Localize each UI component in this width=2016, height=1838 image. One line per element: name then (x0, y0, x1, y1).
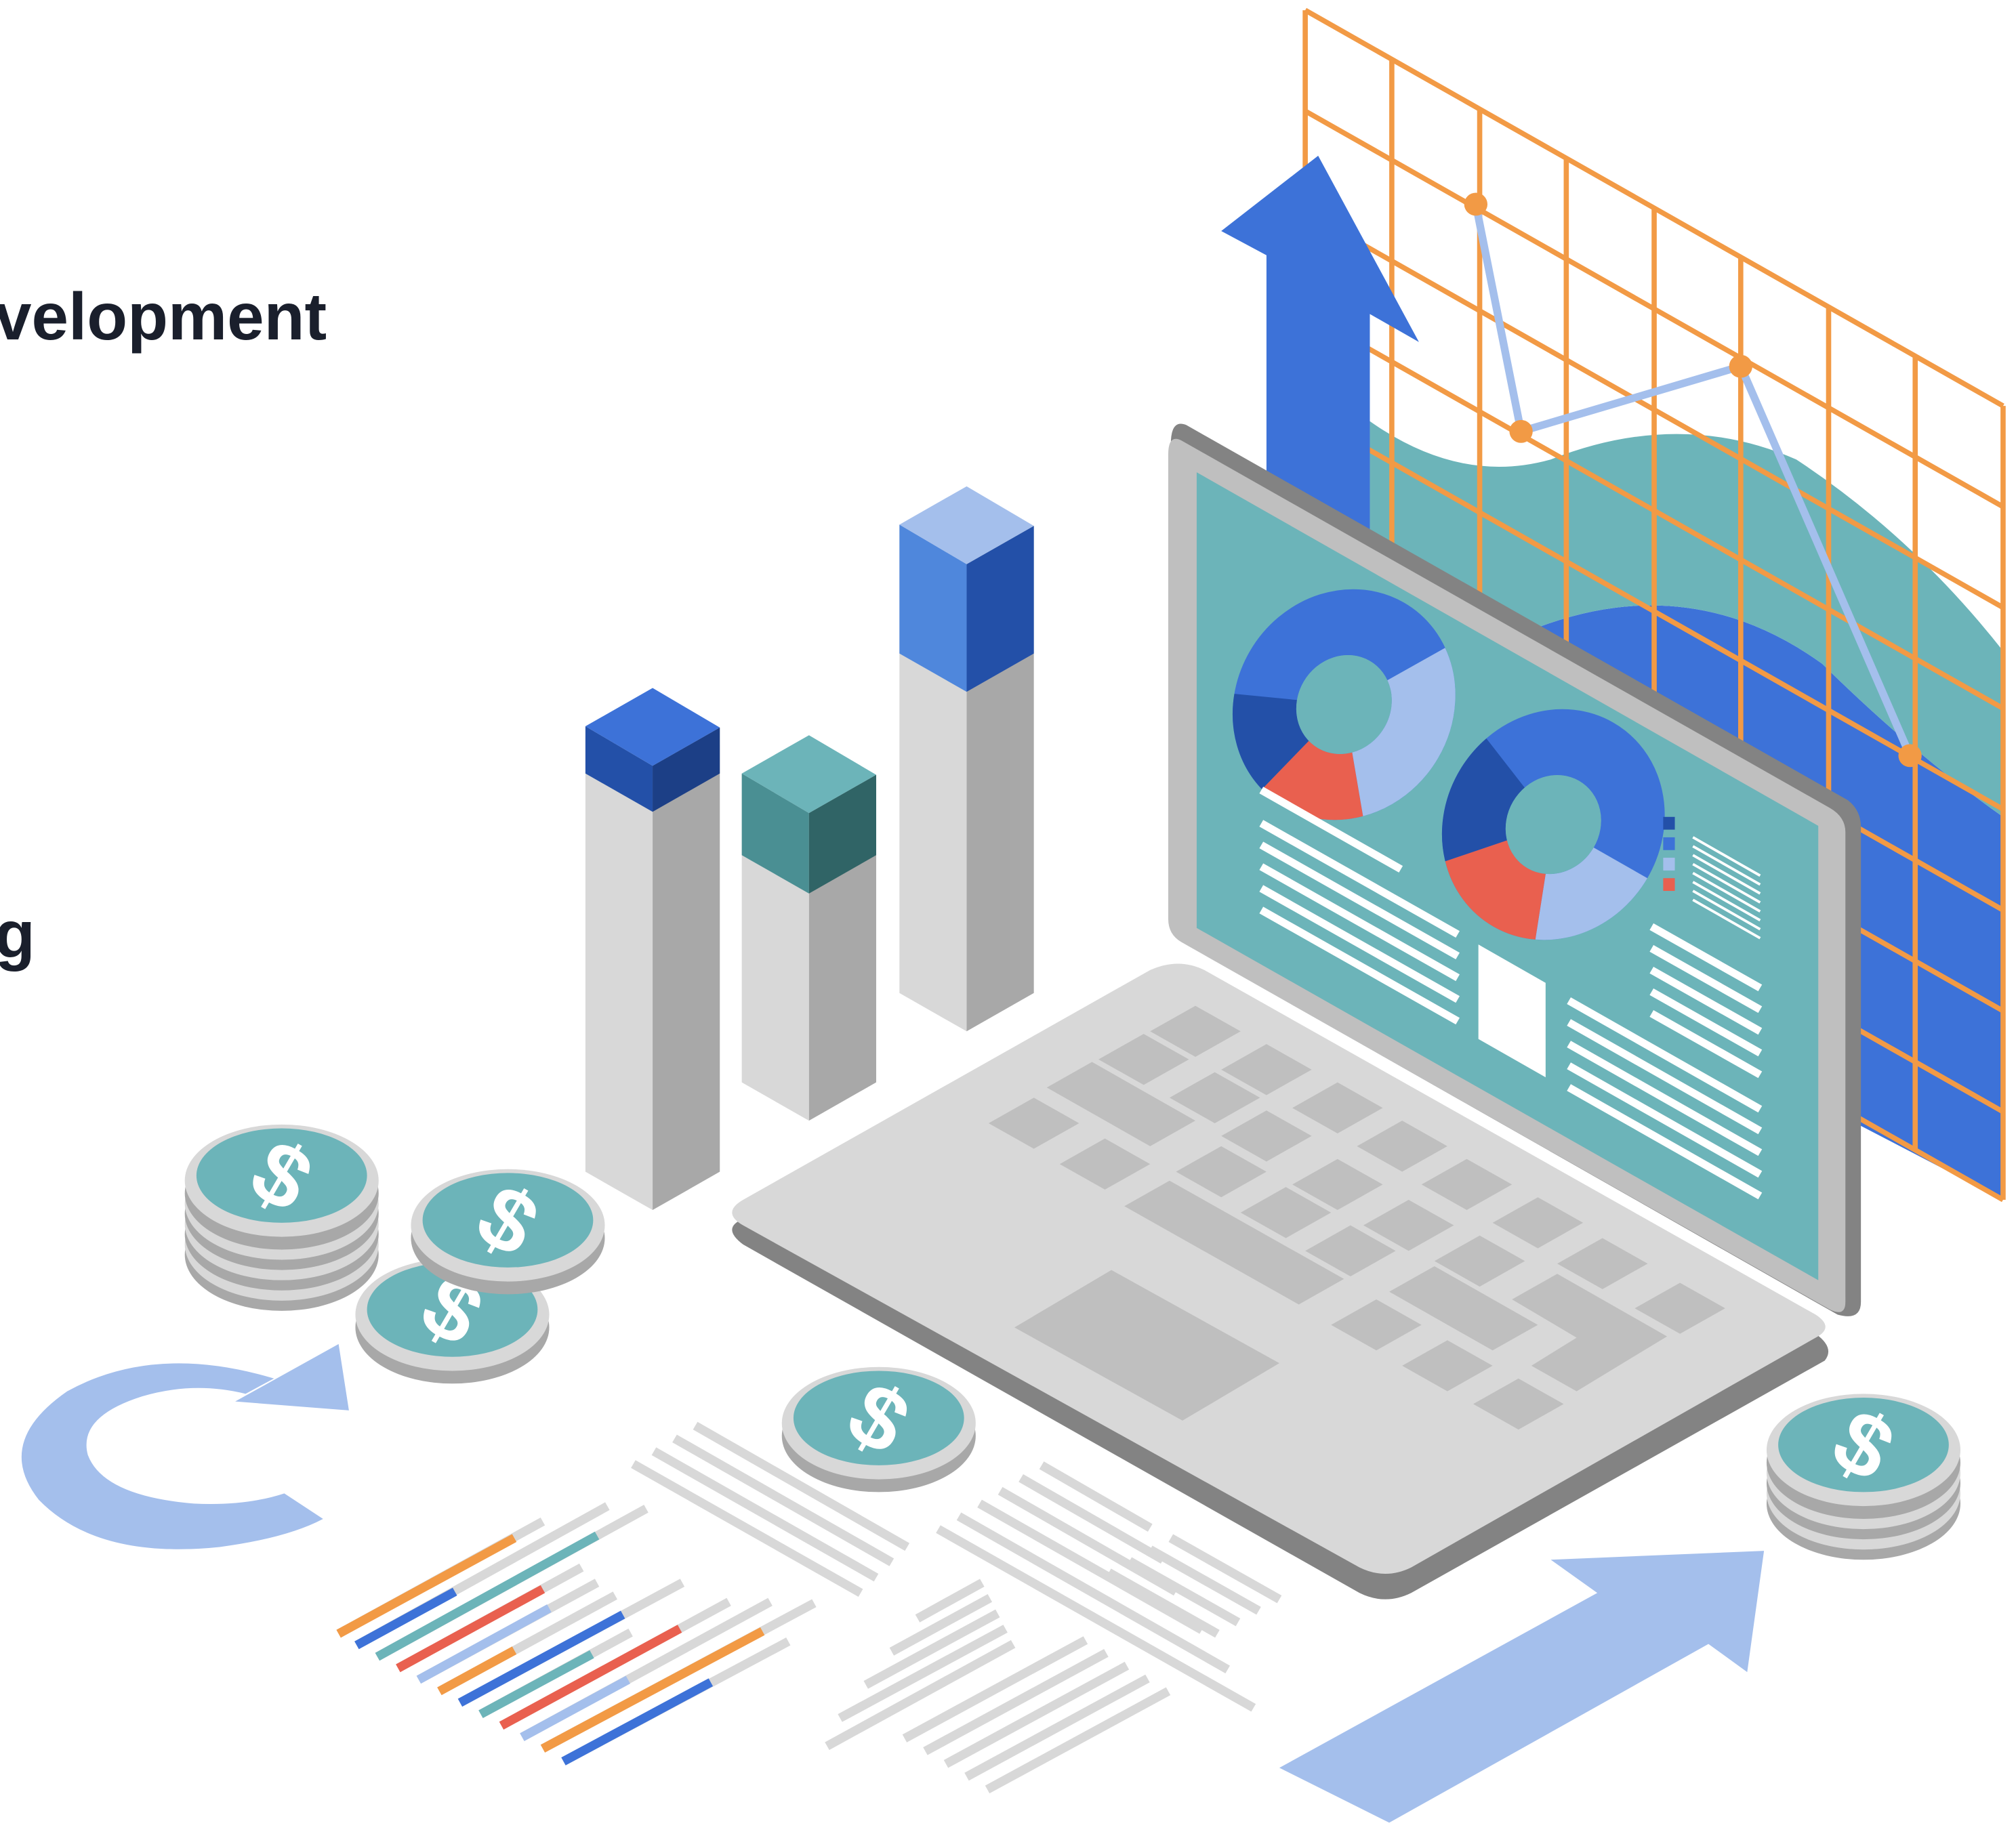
dollar-coin-icon: $ (184, 1121, 379, 1311)
up-arrow-icon (1279, 1551, 1765, 1823)
report-document (336, 1421, 1282, 1794)
dollar-coin-icon: $ (1766, 1390, 1960, 1560)
dollar-coin-icon: $ (781, 1363, 976, 1492)
dollar-coin-icon: $ (411, 1165, 605, 1295)
finance-illustration: $ $ $ $ $ (21, 7, 2006, 1823)
refresh-arrow-icon (21, 1343, 349, 1549)
